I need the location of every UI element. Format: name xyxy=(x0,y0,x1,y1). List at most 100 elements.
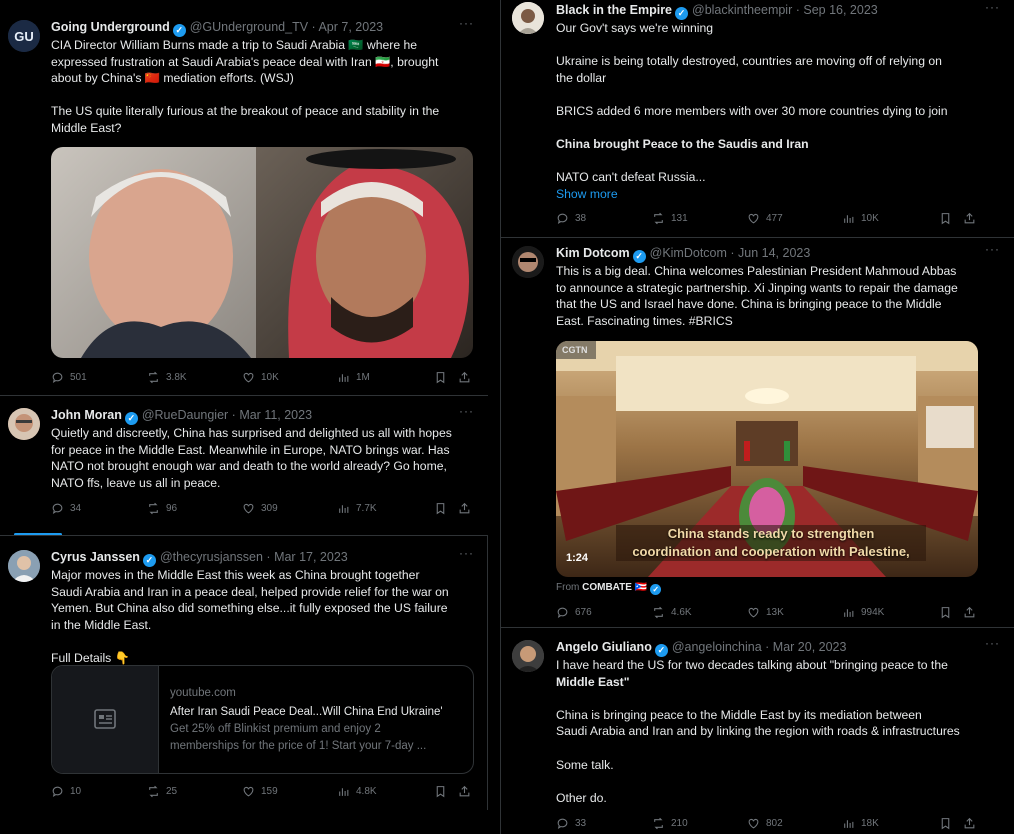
bookmark-button[interactable] xyxy=(434,502,447,515)
handle[interactable]: @KimDotcom xyxy=(650,246,727,260)
tweet-kim-dotcom[interactable]: Kim Dotcom ✓ @KimDotcom · Jun 14, 2023 ···… xyxy=(500,238,1014,628)
tweet-photo[interactable] xyxy=(51,147,473,358)
views-button[interactable]: 7.7K xyxy=(337,502,377,515)
reply-button[interactable]: 33 xyxy=(556,817,586,830)
more-options-icon[interactable]: ··· xyxy=(459,546,474,560)
reply-button[interactable]: 501 xyxy=(51,371,87,384)
display-name[interactable]: Kim Dotcom xyxy=(556,246,630,260)
share-button[interactable] xyxy=(963,606,976,619)
share-button[interactable] xyxy=(458,785,471,798)
like-button[interactable]: 159 xyxy=(242,785,278,798)
display-name[interactable]: Angelo Giuliano xyxy=(556,640,652,654)
timestamp[interactable]: Mar 17, 2023 xyxy=(274,550,348,564)
bookmark-button[interactable] xyxy=(434,785,447,798)
views-button[interactable]: 18K xyxy=(842,817,879,830)
reply-button[interactable]: 10 xyxy=(51,785,81,798)
reply-icon xyxy=(51,502,64,515)
tweet-going-underground[interactable]: GU Going Underground ✓ @GUnderground_TV · … xyxy=(0,0,488,396)
timestamp[interactable]: Jun 14, 2023 xyxy=(738,246,810,260)
views-button[interactable]: 4.8K xyxy=(337,785,377,798)
tweet-video[interactable]: CGTN China stands ready to strengthen co… xyxy=(556,341,978,577)
tweet-angelo-giuliano[interactable]: Angelo Giuliano ✓ @angeloinchina · Mar 20,… xyxy=(500,628,1014,834)
share-button[interactable] xyxy=(963,817,976,830)
tweet-line: CIA Director William Burns made a trip t… xyxy=(51,38,418,52)
avatar[interactable] xyxy=(512,246,544,278)
link-card-domain: youtube.com xyxy=(170,687,236,699)
tweet-actions: 501 3.8K 10K 1M xyxy=(51,371,474,387)
timestamp[interactable]: Mar 11, 2023 xyxy=(239,408,312,422)
more-options-icon[interactable]: ··· xyxy=(459,404,474,418)
display-name[interactable]: Going Underground xyxy=(51,20,170,34)
share-button[interactable] xyxy=(963,212,976,225)
retweet-button[interactable]: 4.6K xyxy=(652,606,692,619)
reply-button[interactable]: 34 xyxy=(51,502,81,515)
reply-button[interactable]: 38 xyxy=(556,212,586,225)
heart-icon xyxy=(242,371,255,384)
like-button[interactable]: 10K xyxy=(242,371,279,384)
retweet-button[interactable]: 210 xyxy=(652,817,688,830)
avatar[interactable]: GU xyxy=(8,20,40,52)
share-button[interactable] xyxy=(458,371,471,384)
tweet-header: Going Underground ✓ @GUnderground_TV · Apr… xyxy=(51,20,478,38)
more-options-icon[interactable]: ··· xyxy=(985,242,1000,256)
timestamp[interactable]: Sep 16, 2023 xyxy=(803,3,877,17)
avatar[interactable] xyxy=(512,2,544,34)
link-card[interactable]: youtube.com After Iran Saudi Peace Deal.… xyxy=(51,665,474,774)
like-button[interactable]: 802 xyxy=(747,817,783,830)
views-chart-icon xyxy=(842,212,855,225)
like-button[interactable]: 309 xyxy=(242,502,278,515)
views-chart-icon xyxy=(337,371,350,384)
like-button[interactable]: 13K xyxy=(747,606,784,619)
tweet-actions: 10 25 159 4.8K xyxy=(51,785,474,801)
views-button[interactable]: 994K xyxy=(842,606,884,619)
bookmark-icon xyxy=(434,371,447,384)
handle[interactable]: @thecyrusjanssen xyxy=(160,550,263,564)
handle[interactable]: @GUnderground_TV xyxy=(190,20,308,34)
views-button[interactable]: 10K xyxy=(842,212,879,225)
views-button[interactable]: 1M xyxy=(337,371,370,384)
tweet-line: This is a big deal. China welcomes Pales… xyxy=(556,264,957,278)
tweet-line: The US quite literally furious at the br… xyxy=(51,104,440,119)
tweet-john-moran[interactable]: John Moran ✓ @RueDaungier · Mar 11, 2023 ·… xyxy=(0,396,488,536)
tweet-cyrus-janssen[interactable]: Cyrus Janssen ✓ @thecyrusjanssen · Mar 17,… xyxy=(0,536,488,834)
bookmark-button[interactable] xyxy=(939,817,952,830)
retweet-button[interactable]: 25 xyxy=(147,785,177,798)
avatar[interactable] xyxy=(8,408,40,440)
more-options-icon[interactable]: ··· xyxy=(459,16,474,30)
handle[interactable]: @RueDaungier xyxy=(142,408,228,422)
more-options-icon[interactable]: ··· xyxy=(985,0,1000,14)
like-button[interactable]: 477 xyxy=(747,212,783,225)
bookmark-button[interactable] xyxy=(434,371,447,384)
more-options-icon[interactable]: ··· xyxy=(985,636,1000,650)
display-name[interactable]: Black in the Empire xyxy=(556,3,672,17)
video-caption: China stands ready to strengthen coordin… xyxy=(616,525,926,561)
avatar[interactable] xyxy=(512,640,544,672)
handle[interactable]: @blackintheempir xyxy=(692,3,792,17)
tweet-line xyxy=(556,773,1000,790)
display-name[interactable]: Cyrus Janssen xyxy=(51,550,140,564)
from-account-link[interactable]: COMBATE 🇵🇷 xyxy=(582,582,647,593)
timestamp[interactable]: Mar 20, 2023 xyxy=(773,640,847,654)
bookmark-button[interactable] xyxy=(939,606,952,619)
retweet-button[interactable]: 96 xyxy=(147,502,177,515)
tweet-line: about by China's 🇨🇳 mediation efforts. (… xyxy=(51,71,294,86)
share-icon xyxy=(458,502,471,515)
heart-icon xyxy=(747,212,760,225)
reply-button[interactable]: 676 xyxy=(556,606,592,619)
bookmark-button[interactable] xyxy=(939,212,952,225)
timestamp[interactable]: Apr 7, 2023 xyxy=(318,20,383,34)
handle[interactable]: @angeloinchina xyxy=(672,640,762,654)
retweet-icon xyxy=(147,785,160,798)
retweet-button[interactable]: 3.8K xyxy=(147,371,187,384)
avatar[interactable] xyxy=(8,550,40,582)
show-more-link[interactable]: Show more xyxy=(556,186,1000,203)
link-card-title: After Iran Saudi Peace Deal...Will China… xyxy=(170,706,443,718)
tweet-black-in-the-empire[interactable]: Black in the Empire ✓ @blackintheempir · S… xyxy=(500,0,1014,238)
verified-icon: ✓ xyxy=(632,250,646,263)
retweet-button[interactable]: 131 xyxy=(652,212,688,225)
display-name[interactable]: John Moran xyxy=(51,408,122,422)
share-button[interactable] xyxy=(458,502,471,515)
column-border xyxy=(487,536,488,810)
tweet-line: NATO can't defeat Russia... xyxy=(556,170,706,185)
tweet-line: NATO ffs, leave us all in peace. xyxy=(51,475,221,490)
